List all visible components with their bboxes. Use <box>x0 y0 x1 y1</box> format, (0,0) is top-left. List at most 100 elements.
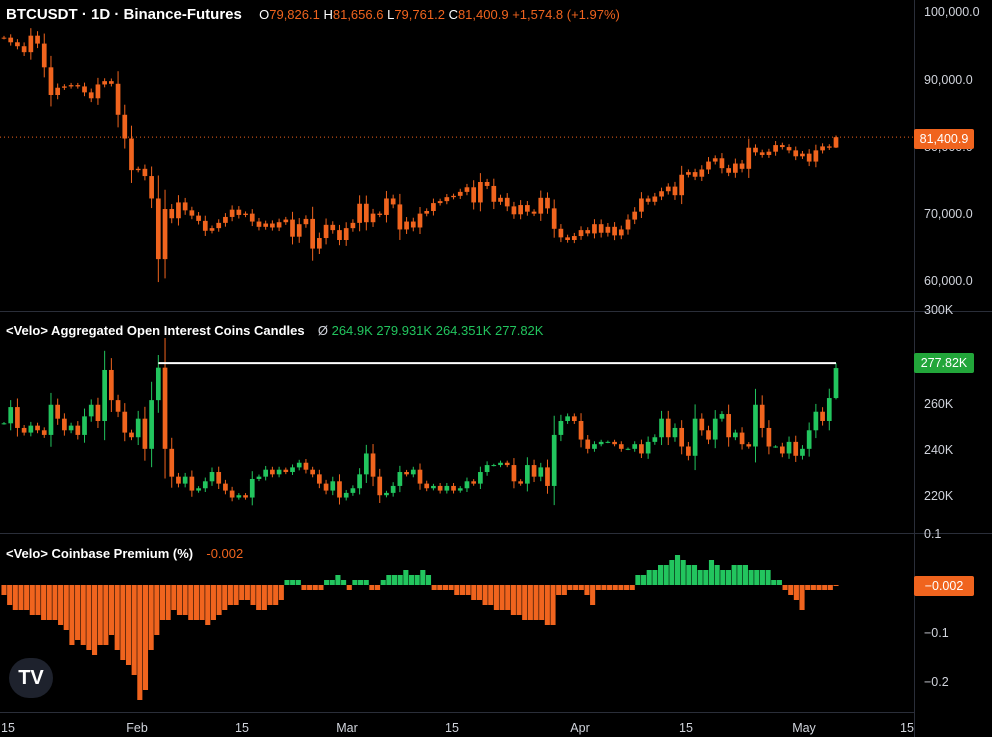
premium-title[interactable]: <Velo> Coinbase Premium (%) <box>6 546 193 561</box>
oi-low-value: 264.351K <box>435 323 492 338</box>
symbol-title[interactable]: BTCUSDT · 1D · Binance-Futures <box>6 6 242 23</box>
price-candle <box>457 191 463 196</box>
oi-candle <box>377 476 383 496</box>
premium-bar <box>250 585 256 605</box>
premium-bar <box>635 575 641 585</box>
premium-bar <box>261 585 267 610</box>
oi-candle <box>357 474 362 489</box>
premium-bar <box>346 585 352 590</box>
oi-candle <box>645 441 651 454</box>
oi-candle <box>323 483 329 491</box>
oi-candle <box>826 398 832 421</box>
high-value: 81,656.6 <box>332 7 384 22</box>
price-axis-label: 60,000.0 <box>924 274 973 288</box>
price-candle <box>122 114 128 139</box>
oi-candle <box>28 425 34 433</box>
premium-bar <box>352 580 358 585</box>
price-candle <box>88 92 94 99</box>
premium-bar <box>833 585 839 586</box>
price-candle <box>223 216 228 223</box>
price-candle <box>276 222 282 228</box>
oi-candle <box>162 367 168 449</box>
premium-bar <box>493 585 499 610</box>
premium-bar <box>691 565 698 585</box>
price-pane <box>0 28 914 283</box>
premium-bar <box>663 565 669 585</box>
premium-bar <box>799 585 805 610</box>
premium-bar <box>120 585 126 660</box>
low-value: 79,761.2 <box>394 7 445 22</box>
oi-candle <box>518 481 523 484</box>
price-candle <box>565 237 570 240</box>
premium-bar <box>567 585 573 590</box>
price-candle <box>578 230 584 237</box>
pane-separator[interactable] <box>0 533 992 534</box>
premium-bar <box>754 570 760 585</box>
price-candle <box>115 83 121 115</box>
premium-bar <box>612 585 618 590</box>
price-candle <box>726 168 731 173</box>
price-candle <box>571 236 577 240</box>
premium-bar <box>188 585 194 620</box>
oi-candle <box>229 490 235 498</box>
pane-separator[interactable] <box>0 311 992 312</box>
oi-axis-label: 220K <box>924 489 954 503</box>
time-axis-label: May <box>792 721 816 735</box>
premium-bar <box>176 585 183 615</box>
premium-bar <box>539 585 545 620</box>
tradingview-logo[interactable]: TV <box>9 658 53 698</box>
premium-bar <box>239 585 245 600</box>
premium-axis-label: 0.1 <box>924 527 942 541</box>
oi-candle <box>270 469 275 475</box>
oi-candle <box>665 418 671 438</box>
premium-bar <box>674 555 681 585</box>
price-candle <box>504 197 510 207</box>
premium-bar <box>165 585 171 620</box>
oi-candle <box>296 462 302 468</box>
price-candle <box>511 206 517 215</box>
price-axis-label: 70,000.0 <box>924 207 973 221</box>
oi-candle <box>182 476 188 484</box>
oi-title[interactable]: <Velo> Aggregated Open Interest Coins Ca… <box>6 323 305 338</box>
price-candle <box>169 209 175 219</box>
price-candle <box>95 84 101 99</box>
premium-bar <box>782 585 788 590</box>
price-candle <box>672 186 678 196</box>
premium-bar <box>499 585 505 610</box>
oi-candle <box>565 416 570 421</box>
premium-bar <box>810 585 816 590</box>
premium-bar <box>18 585 24 610</box>
oi-candle <box>41 430 47 435</box>
price-candle <box>753 147 758 153</box>
oi-candle <box>746 444 752 447</box>
premium-bar <box>301 585 307 590</box>
oi-candle <box>585 439 591 449</box>
price-candle <box>202 220 208 231</box>
oi-candle <box>820 411 825 421</box>
price-candle <box>820 146 825 151</box>
price-candle <box>793 150 799 157</box>
price-candle <box>129 138 134 171</box>
open-label: O <box>259 7 270 22</box>
premium-bar <box>488 585 494 605</box>
premium-bar <box>454 585 460 595</box>
price-candle <box>645 198 651 202</box>
oi-candle <box>384 492 389 496</box>
price-candle <box>323 224 329 239</box>
oi-candle <box>719 414 725 419</box>
oi-candle <box>686 446 691 456</box>
chart-canvas[interactable] <box>0 0 992 737</box>
oi-candle <box>202 481 208 489</box>
price-candle <box>283 219 289 223</box>
time-axis-label: 15 <box>679 721 693 735</box>
price-candle <box>686 172 691 175</box>
premium-bar <box>408 575 415 585</box>
oi-candle <box>410 469 416 475</box>
oi-candle <box>759 404 765 428</box>
premium-bar <box>307 585 313 590</box>
price-axis-label: 90,000.0 <box>924 73 973 87</box>
oi-candle <box>800 448 805 456</box>
price-candle <box>712 158 718 162</box>
premium-bar <box>516 585 522 615</box>
premium-bar <box>561 585 567 595</box>
